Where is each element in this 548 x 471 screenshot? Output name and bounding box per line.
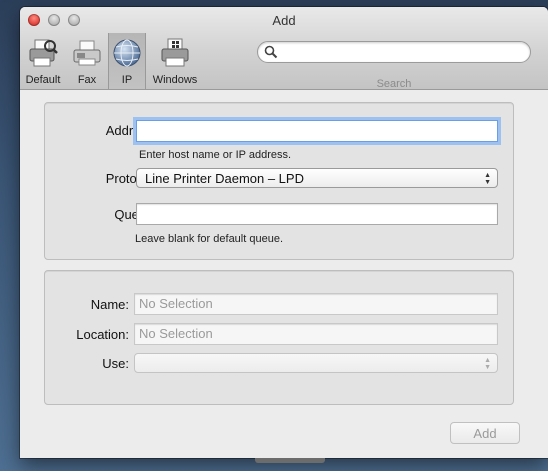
connection-group: Address: Enter host name or IP address. … <box>44 102 514 260</box>
use-popup: ▲ ▼ <box>134 353 498 373</box>
toolbar-item-fax[interactable]: Fax <box>66 33 108 89</box>
address-hint: Enter host name or IP address. <box>139 149 292 161</box>
name-field: No Selection <box>134 293 498 315</box>
search-field[interactable] <box>257 41 531 63</box>
title-bar: Add Default Fax IP Windows Search <box>20 7 548 90</box>
window-title: Add <box>272 13 296 28</box>
printer-icon <box>29 39 58 67</box>
search-input[interactable] <box>280 44 524 62</box>
toolbar-item-ip[interactable]: IP <box>108 33 146 89</box>
toolbar: Default Fax IP Windows <box>20 33 204 89</box>
window-resize-tab <box>255 458 325 463</box>
fax-icon <box>73 40 101 66</box>
globe-icon <box>113 39 141 67</box>
toolbar-item-windows[interactable]: Windows <box>146 33 204 89</box>
search-area: Search <box>257 41 531 90</box>
popup-arrows-icon: ▲ ▼ <box>484 357 491 371</box>
popup-arrows-icon: ▲ ▼ <box>484 172 491 186</box>
search-label: Search <box>376 78 412 90</box>
details-group: Name: No Selection Location: No Selectio… <box>44 270 514 405</box>
add-button[interactable]: Add <box>450 422 520 444</box>
toolbar-item-default[interactable]: Default <box>20 33 66 89</box>
toolbar-item-label: Windows <box>152 74 198 86</box>
queue-field[interactable] <box>136 203 498 225</box>
toolbar-item-label: Default <box>25 74 61 86</box>
location-label: Location: <box>76 327 129 342</box>
name-label: Name: <box>90 297 129 312</box>
protocol-value: Line Printer Daemon – LPD <box>145 171 304 186</box>
location-field: No Selection <box>134 323 498 345</box>
windows-printer-icon <box>161 38 189 67</box>
toolbar-item-label: IP <box>121 74 133 86</box>
protocol-popup[interactable]: Line Printer Daemon – LPD ▲ ▼ <box>136 168 498 188</box>
address-field[interactable] <box>136 120 498 142</box>
add-printer-window: Add Default Fax IP Windows Search Addres… <box>20 7 548 458</box>
toolbar-item-label: Fax <box>77 74 97 86</box>
queue-hint: Leave blank for default queue. <box>135 233 284 245</box>
search-icon <box>264 45 278 59</box>
use-label: Use: <box>102 356 129 371</box>
